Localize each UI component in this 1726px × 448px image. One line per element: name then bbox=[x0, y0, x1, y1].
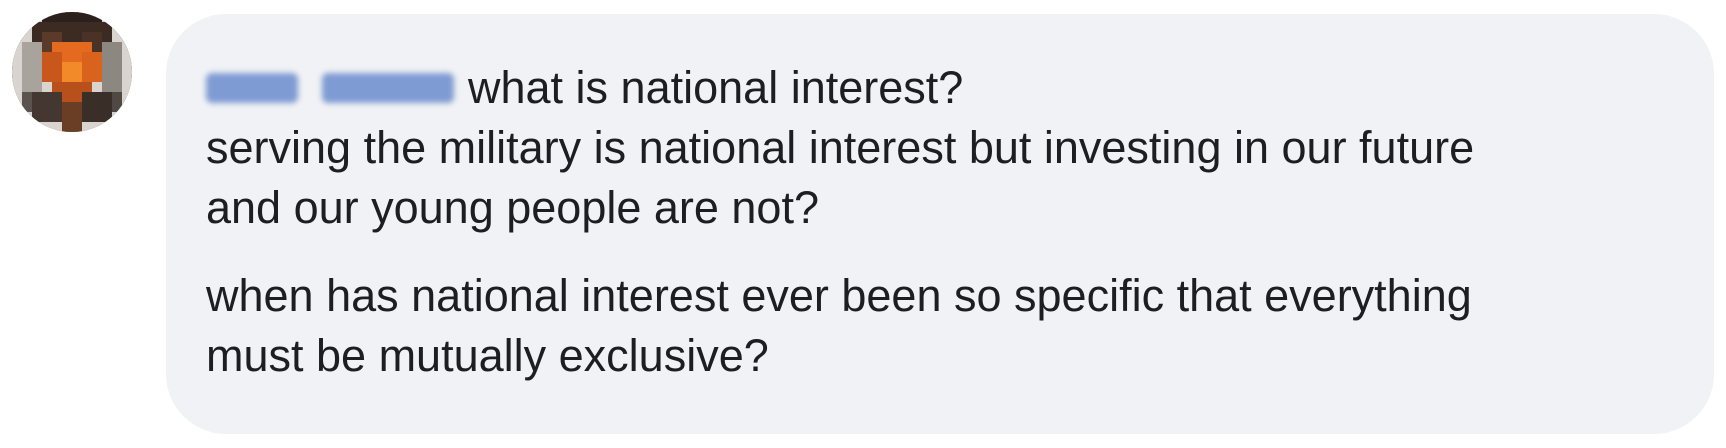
comment-first-line: what is national interest? bbox=[206, 58, 1684, 118]
comment-text-line-4: when has national interest ever been so … bbox=[206, 270, 1472, 321]
avatar-image bbox=[12, 12, 132, 132]
comment-text-line-2: serving the military is national interes… bbox=[206, 122, 1475, 173]
comment-text-line-5: must be mutually exclusive? bbox=[206, 330, 769, 381]
comment: what is national interest? serving the m… bbox=[0, 0, 1726, 448]
comment-bubble: what is national interest? serving the m… bbox=[166, 14, 1714, 434]
author-name-blurred[interactable] bbox=[206, 67, 454, 109]
avatar[interactable] bbox=[12, 12, 132, 132]
comment-text-line-1: what is national interest? bbox=[468, 62, 964, 113]
comment-text-line-3: and our young people are not? bbox=[206, 182, 819, 233]
